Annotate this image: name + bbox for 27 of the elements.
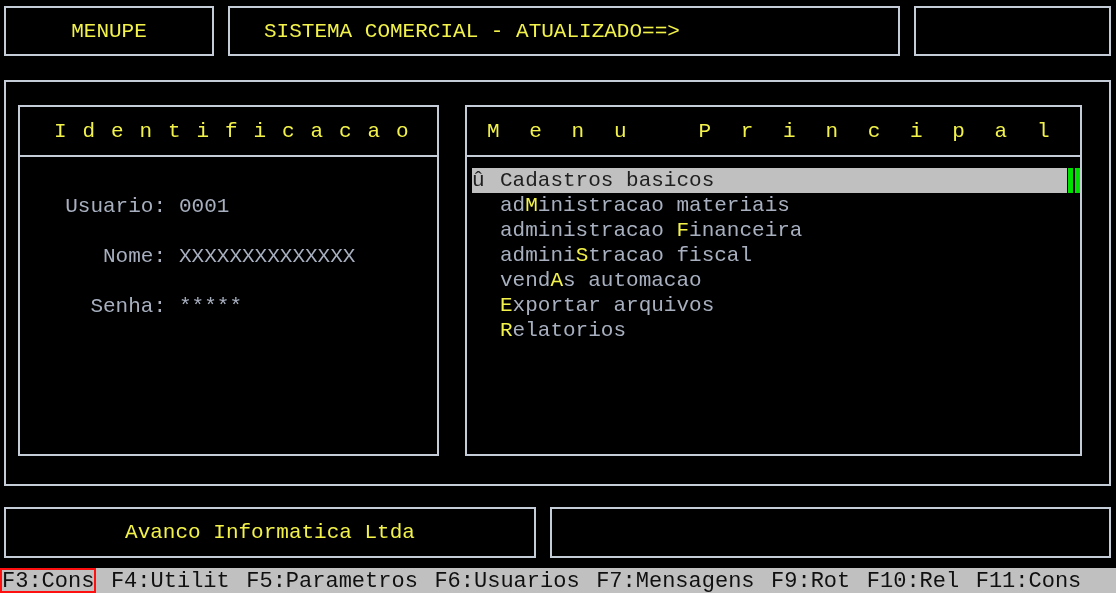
function-key[interactable]: F9:Rot (769, 568, 853, 593)
system-title: SISTEMA COMERCIAL - ATUALIZADO==> (228, 6, 900, 56)
menu-item[interactable]: Exportar arquivos (472, 293, 1074, 318)
panel-title: Identificacao (20, 107, 437, 157)
menu-item[interactable]: vendAs automacao (472, 268, 1074, 293)
menu-item[interactable]: administracao Financeira (472, 218, 1074, 243)
menu-item[interactable]: adminiStracao fiscal (472, 243, 1074, 268)
function-key[interactable]: F10:Rel (864, 568, 962, 593)
panel-title: Menu Principal (467, 107, 1080, 157)
function-key[interactable]: F7:Mensagens (594, 568, 757, 593)
function-key[interactable]: F4:Utilit (108, 568, 232, 593)
field-label: Senha: (90, 294, 166, 319)
function-key[interactable]: F6:Usuarios (432, 568, 582, 593)
field-label: Nome: (103, 244, 166, 269)
function-key[interactable]: F11:Cons (973, 568, 1084, 593)
company-name: Avanco Informatica Ltda (4, 507, 536, 558)
scroll-indicator-icon (1067, 168, 1080, 193)
field-value: ***** (179, 294, 242, 319)
function-key[interactable]: F3:Cons (0, 568, 97, 593)
program-name: MENUPE (4, 6, 214, 56)
menu-item[interactable]: Relatorios (472, 318, 1074, 343)
menu-item[interactable]: adMinistracao materiais (472, 193, 1074, 218)
menu-item[interactable]: û Cadastros basicos (472, 168, 1068, 193)
field-value: 0001 (179, 194, 230, 219)
field-label: Usuario: (65, 194, 166, 219)
function-key[interactable]: F5:Parametros (244, 568, 420, 593)
field-value: XXXXXXXXXXXXXX (179, 244, 356, 269)
